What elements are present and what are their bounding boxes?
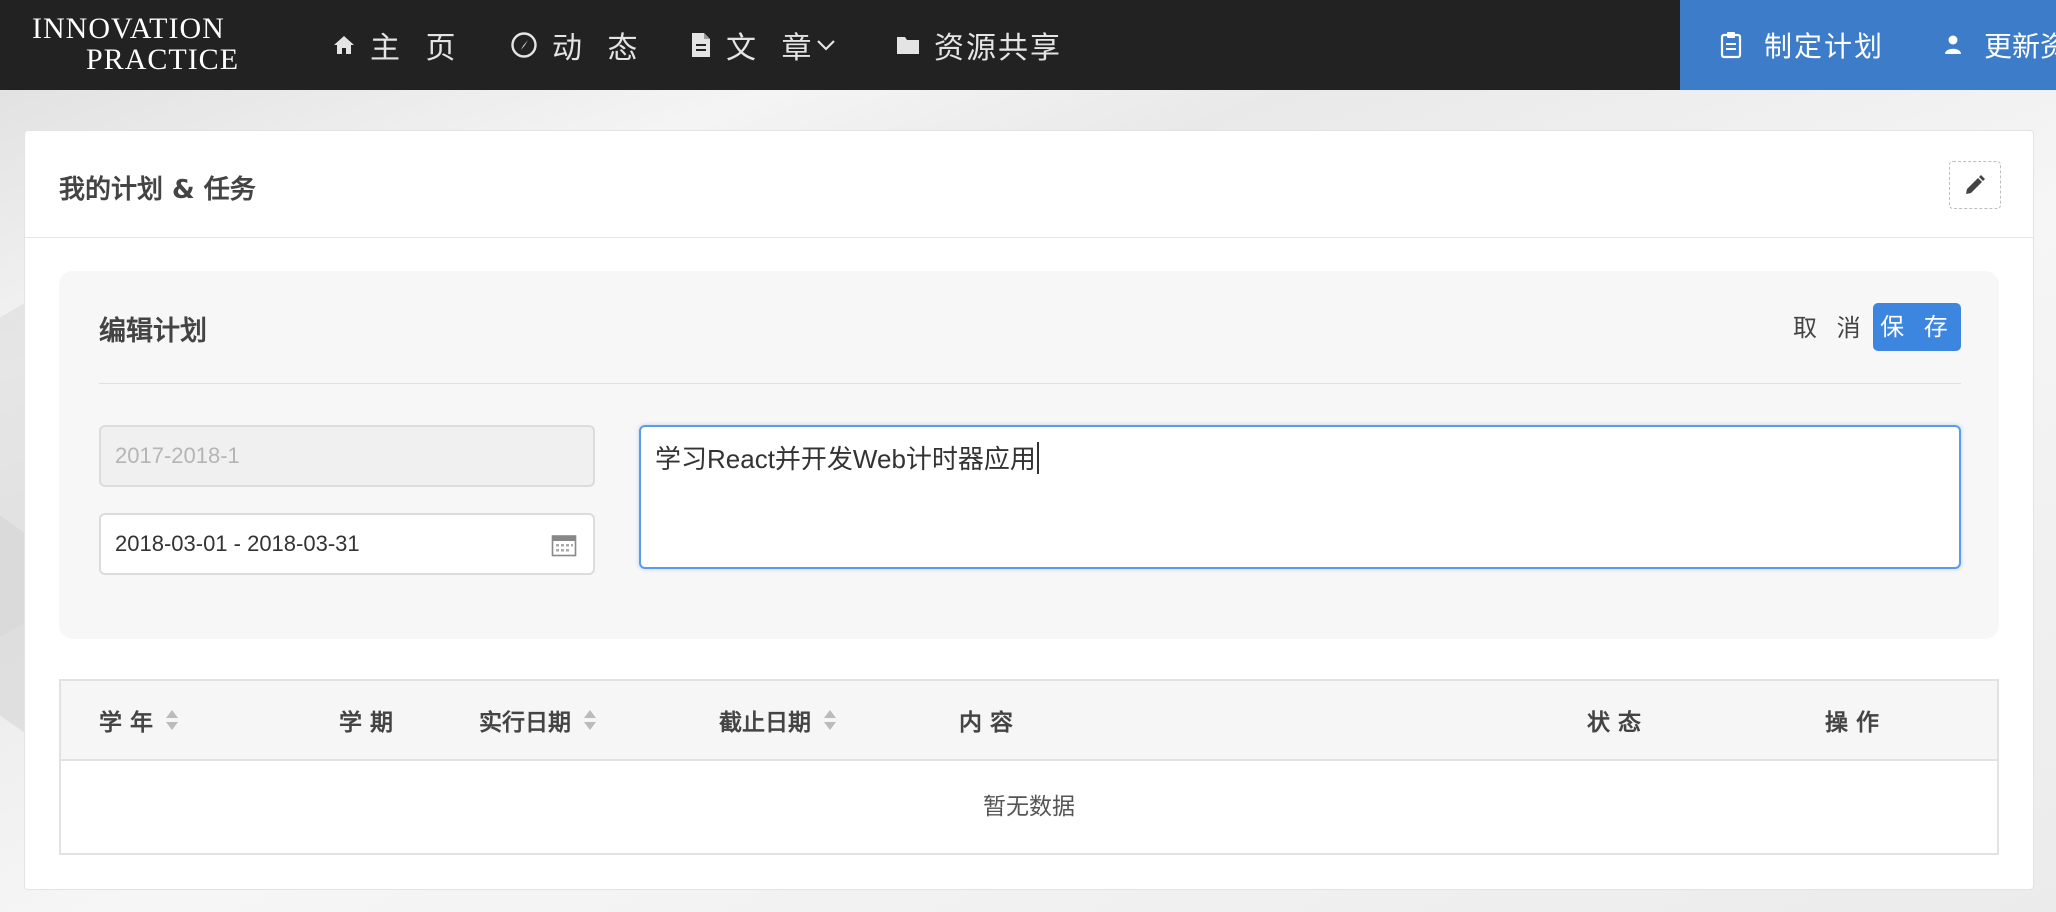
column-label: 截止日期 [719,710,811,736]
pencil-icon [1966,175,1985,194]
sort-icon[interactable] [823,709,837,731]
nav-item-resources[interactable]: 资源共享 [896,0,1062,90]
divider [99,383,1961,384]
document-icon [692,33,710,57]
logo-line-2: PRACTICE [86,43,240,76]
text-caret [1036,442,1039,474]
column-header-term: 学 期 [339,681,393,759]
column-label: 学 年 [99,710,154,736]
home-icon [334,36,354,54]
column-label: 操 作 [1825,710,1880,736]
nav-item-label: 主 页 [370,31,464,66]
table-empty-state: 暂无数据 [983,794,1075,820]
logo-line-1: INNOVATION [32,12,225,45]
cancel-button[interactable]: 取 消 [1793,305,1867,351]
plans-table: 学 年 学 期 实行日期 截止日期 内 容 状 态 操 作 暂无数据 [59,679,1999,855]
edit-plan-card: 编辑计划 取 消 保 存 2017-2018-1 2018-03-01 - 20… [59,271,1999,639]
date-range-value: 2018-03-01 - 2018-03-31 [115,531,360,556]
plan-panel: 我的计划 & 任务 编辑计划 取 消 保 存 2017-2018-1 2018-… [24,130,2034,890]
column-label: 学 期 [339,710,394,736]
date-range-picker[interactable]: 2018-03-01 - 2018-03-31 [99,513,595,575]
column-header-status: 状 态 [1587,681,1641,759]
column-header-start-date[interactable]: 实行日期 [479,681,597,759]
folder-icon [897,37,919,54]
column-label: 状 态 [1587,710,1642,736]
column-header-year[interactable]: 学 年 [99,681,179,759]
nav-item-articles[interactable]: 文 章 [690,0,836,90]
nav-item-label: 动 态 [552,31,646,66]
column-header-content: 内 容 [959,681,1013,759]
clipboard-icon [1720,32,1742,59]
user-icon [1945,35,1961,54]
calendar-icon [551,535,577,557]
column-header-actions: 操 作 [1825,681,1879,759]
nav-item-dynamics[interactable]: 动 态 [510,0,646,90]
table-header: 学 年 学 期 实行日期 截止日期 内 容 状 态 操 作 [61,681,1997,761]
make-plan-label: 制定计划 [1764,30,1885,63]
nav-item-home[interactable]: 主 页 [332,0,464,90]
divider [25,237,2033,238]
column-label: 实行日期 [479,710,571,736]
nav-item-label: 文 章 [726,31,820,66]
logo[interactable]: INNOVATION PRACTICE [32,14,257,80]
update-profile-label: 更新资 [1984,30,2056,63]
plan-content-value: 学习React并开发Web计时器应用 [655,444,1036,474]
make-plan-link[interactable]: 制定计划 [1720,0,1884,90]
term-input[interactable]: 2017-2018-1 [99,425,595,487]
top-navbar: INNOVATION PRACTICE 主 页 动 态 文 章 资源共享 制定计… [0,0,2056,90]
sort-icon[interactable] [583,709,597,731]
edit-button[interactable] [1949,161,2001,209]
plan-content-textarea[interactable]: 学习React并开发Web计时器应用 [639,425,1961,569]
nav-item-label: 资源共享 [934,31,1062,66]
save-button[interactable]: 保 存 [1873,303,1961,351]
column-label: 内 容 [959,710,1014,736]
update-profile-link[interactable]: 更新资 [1944,0,2056,90]
edit-plan-title: 编辑计划 [99,316,207,347]
chevron-down-icon [816,40,835,51]
sort-icon[interactable] [165,709,179,731]
column-header-end-date[interactable]: 截止日期 [719,681,837,759]
panel-title: 我的计划 & 任务 [59,175,256,205]
compass-icon [511,32,537,58]
